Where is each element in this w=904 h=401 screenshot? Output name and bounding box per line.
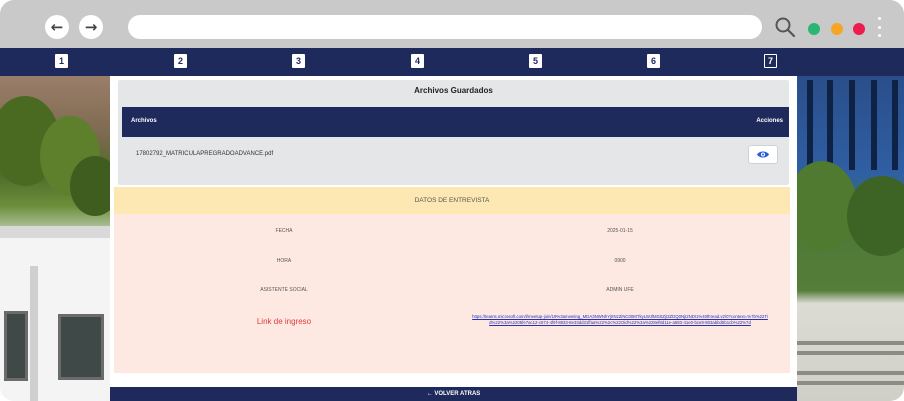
eye-icon xyxy=(757,151,769,158)
step-4[interactable]: 4 xyxy=(411,54,424,68)
saved-files-card: Archivos Guardados Archivos Acciones 178… xyxy=(118,80,789,185)
step-2[interactable]: 2 xyxy=(174,54,187,68)
step-7[interactable]: 7 xyxy=(764,54,777,68)
back-arrow-icon[interactable]: ← xyxy=(45,15,69,39)
go-back-button[interactable]: ← VOLVER ATRAS xyxy=(110,387,797,401)
view-file-button[interactable] xyxy=(748,145,778,164)
more-options-icon[interactable] xyxy=(876,17,882,37)
main-panel: Archivos Guardados Archivos Acciones 178… xyxy=(110,76,797,401)
green-dot-icon xyxy=(808,23,820,35)
social-worker-value: ADMIN UFE xyxy=(606,287,634,293)
browser-window: ← → 1 2 3 4 5 6 7 Archivos Guardados Arc… xyxy=(0,0,904,401)
table-row: 17802792_MATRICULAPREGRADOADVANCE.pdf xyxy=(122,137,789,173)
social-worker-label: ASISTENTE SOCIAL xyxy=(260,287,308,293)
step-1[interactable]: 1 xyxy=(55,54,68,68)
file-name: 17802792_MATRICULAPREGRADOADVANCE.pdf xyxy=(136,151,274,157)
time-label: HORA xyxy=(276,258,292,264)
search-icon[interactable] xyxy=(774,16,796,38)
date-value: 2025-01-15 xyxy=(607,228,633,234)
access-link-label: Link de ingreso xyxy=(256,317,312,326)
step-3[interactable]: 3 xyxy=(292,54,305,68)
forward-arrow-icon[interactable]: → xyxy=(79,15,103,39)
saved-files-title: Archivos Guardados xyxy=(414,86,493,95)
date-label: FECHA xyxy=(275,228,293,234)
interview-card: DATOS DE ENTREVISTA FECHA 2025-01-15 HOR… xyxy=(114,187,790,373)
red-dot-icon xyxy=(853,23,865,35)
step-5[interactable]: 5 xyxy=(529,54,542,68)
time-value: 0900 xyxy=(614,258,626,264)
files-table-header: Archivos Acciones xyxy=(122,107,789,137)
column-header-files: Archivos xyxy=(131,118,157,124)
orange-dot-icon xyxy=(831,23,843,35)
column-header-actions: Acciones xyxy=(756,118,783,124)
interview-title: DATOS DE ENTREVISTA xyxy=(114,187,790,214)
meeting-link[interactable]: https://teams.microsoft.com/l/meetup-joi… xyxy=(470,314,770,326)
step-6[interactable]: 6 xyxy=(647,54,660,68)
background-photo-right xyxy=(797,76,904,401)
background-photo-left xyxy=(0,76,110,401)
steps-bar: 1 2 3 4 5 6 7 xyxy=(0,48,904,76)
browser-toolbar: ← → xyxy=(0,0,904,48)
address-bar[interactable] xyxy=(128,15,762,39)
